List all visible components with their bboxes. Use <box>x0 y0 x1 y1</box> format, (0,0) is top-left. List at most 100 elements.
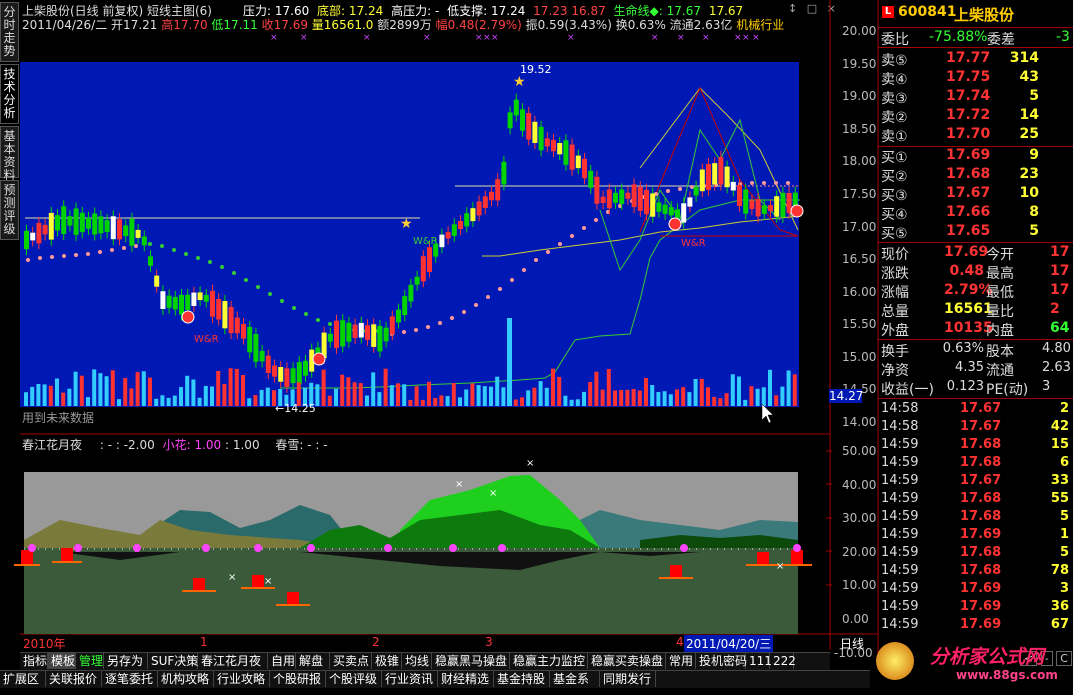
volume-bar <box>662 391 667 406</box>
candle <box>24 230 29 250</box>
tick-time: 14:59 <box>881 599 919 614</box>
tick-price: 17.69 <box>960 599 1002 614</box>
volume-bar <box>619 390 624 406</box>
template-tab[interactable]: SUF决策 <box>148 653 198 669</box>
template-tab[interactable]: 均线 <box>402 653 432 669</box>
candle <box>470 208 476 222</box>
extension-tab[interactable]: 同期发行 <box>600 671 656 687</box>
svg-text:×: × <box>300 33 308 43</box>
order-price: 17.69 <box>946 147 991 163</box>
fund-value: 2.63 <box>1042 360 1071 375</box>
template-tab[interactable]: 模板 <box>48 653 76 669</box>
svg-text:×: × <box>455 479 463 490</box>
volume-bar <box>86 397 90 406</box>
tick-volume: 2 <box>1059 401 1069 416</box>
candle <box>489 191 494 201</box>
volume-bar <box>637 390 642 406</box>
candle <box>154 275 160 287</box>
volume-bar <box>569 399 574 406</box>
volume-bar <box>761 387 766 406</box>
template-tab[interactable]: 111 <box>746 653 772 669</box>
candle <box>73 208 79 235</box>
date-m2: 2 <box>372 635 380 649</box>
volume-bar <box>482 386 487 406</box>
template-tab[interactable]: 稳赢黑马操盘 <box>432 653 510 669</box>
template-tab[interactable]: 极锥 <box>372 653 402 669</box>
template-tab[interactable]: 稳赢买卖操盘 <box>588 653 666 669</box>
volume-bar <box>706 387 710 406</box>
volume-bar <box>606 369 611 406</box>
candle <box>179 294 184 315</box>
template-tab[interactable]: 春江花月夜 <box>198 653 268 669</box>
extension-tab[interactable]: 逐笔委托 <box>102 671 158 687</box>
indicator-p2: 小花: 1.00 <box>162 438 222 452</box>
order-volume: 5 <box>1029 88 1039 104</box>
volume-bar <box>613 390 617 406</box>
template-tab[interactable]: 解盘 <box>296 653 330 669</box>
tick-price: 17.67 <box>960 419 1002 434</box>
template-tab[interactable]: 投机密码 <box>696 653 747 669</box>
candle <box>439 234 445 248</box>
volume-bar <box>718 398 723 406</box>
candle <box>110 216 116 240</box>
period-label[interactable]: 日线 <box>840 635 864 652</box>
volume-bar <box>358 383 363 406</box>
indicator-p1: : - : -2.00 <box>99 438 155 452</box>
fund-value: 3 <box>1042 379 1051 394</box>
template-tab[interactable]: 买卖点 <box>330 653 372 669</box>
order-volume: 5 <box>1029 223 1039 239</box>
template-tab[interactable]: 稳赢主力监控 <box>510 653 588 669</box>
volume-bar <box>588 382 593 406</box>
fund-label: 收益(一) <box>881 382 934 398</box>
volume-bar <box>693 379 698 406</box>
template-tab[interactable]: 自用 <box>268 653 296 669</box>
extension-tab[interactable]: 机构攻略 <box>158 671 214 687</box>
template-tab[interactable]: 常用 <box>666 653 696 669</box>
template-tab[interactable]: 指标 <box>20 653 48 669</box>
candle <box>383 327 389 342</box>
candle <box>557 143 563 155</box>
indicator-axis-tick: 50.00 <box>842 444 877 458</box>
extension-tab[interactable]: 关联报价 <box>46 671 102 687</box>
candle <box>724 166 730 188</box>
fund-value: 4.80 <box>1042 341 1071 356</box>
candle <box>334 320 339 348</box>
extension-tab[interactable]: 基金系 <box>550 671 600 687</box>
tick-price: 17.68 <box>960 491 1002 506</box>
candle <box>160 291 166 309</box>
tick-time: 14:59 <box>881 473 919 488</box>
volume-bar <box>197 397 202 406</box>
volume-bar <box>166 397 171 406</box>
order-label: 卖⑤ <box>881 53 908 69</box>
current-price-tag: 14.27 <box>829 389 864 403</box>
order-volume: 14 <box>1019 107 1039 123</box>
template-tab[interactable]: 管理 <box>76 653 104 669</box>
tick-volume: 5 <box>1059 509 1069 524</box>
extension-tab[interactable]: 行业攻略 <box>214 671 270 687</box>
volume-bar <box>495 376 500 406</box>
extension-tab[interactable]: 财经精选 <box>438 671 494 687</box>
stat-value: 10135 <box>944 320 993 336</box>
tick-time: 14:59 <box>881 509 919 524</box>
extension-tab[interactable]: 基金持股 <box>494 671 550 687</box>
extension-tab[interactable]: 行业资讯 <box>382 671 438 687</box>
extension-tab[interactable]: 扩展区 <box>0 671 46 687</box>
volume-bar <box>73 371 78 406</box>
order-volume: 9 <box>1029 147 1039 163</box>
webi-value: -75.88% <box>929 29 988 45</box>
tick-time: 14:59 <box>881 527 919 542</box>
template-tab[interactable]: 另存为 <box>104 653 148 669</box>
template-tab[interactable]: 222 <box>770 653 796 669</box>
fund-value: 0.63% <box>942 341 984 356</box>
volume-bar <box>48 385 53 406</box>
volume-bar <box>786 370 791 406</box>
indicator-axis-tick: 0.00 <box>842 612 869 626</box>
future-data-hint: 用到未来数据 <box>22 411 95 425</box>
stat-label: 外盘 <box>881 323 909 339</box>
tick-price: 17.67 <box>960 401 1002 416</box>
extension-tab[interactable]: 个股研报 <box>270 671 326 687</box>
price-axis-tick: 17.00 <box>842 219 877 234</box>
volume-bar <box>445 396 450 406</box>
order-volume: 25 <box>1019 126 1039 142</box>
extension-tab[interactable]: 个股评级 <box>326 671 382 687</box>
